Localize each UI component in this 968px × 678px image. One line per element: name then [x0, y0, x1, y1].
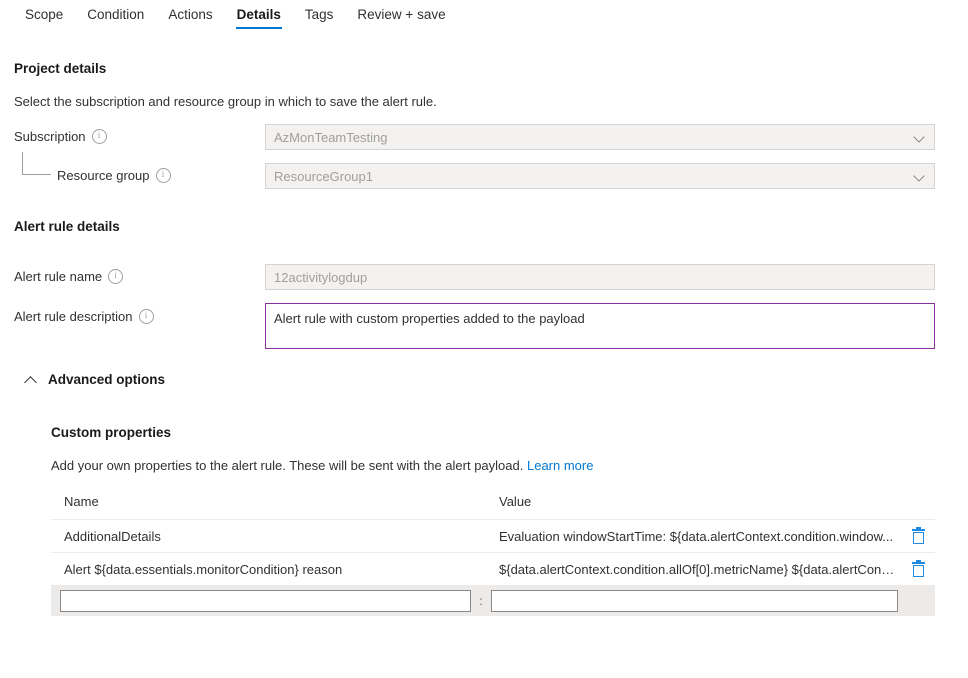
subscription-label-text: Subscription: [14, 129, 86, 144]
project-details-heading: Project details: [14, 61, 106, 76]
resource-group-value: ResourceGroup1: [274, 169, 914, 184]
delete-icon[interactable]: [912, 529, 925, 544]
table-header-row: Name Value: [51, 494, 935, 520]
table-row: Alert ${data.essentials.monitorCondition…: [51, 553, 935, 586]
subscription-dropdown[interactable]: AzMonTeamTesting: [265, 124, 935, 150]
tab-actions[interactable]: Actions: [156, 0, 224, 33]
column-header-actions: [901, 494, 935, 509]
alert-rule-name-label: Alert rule name: [14, 269, 123, 284]
tab-details[interactable]: Details: [225, 0, 293, 33]
new-property-row: :: [51, 586, 935, 616]
subscription-value: AzMonTeamTesting: [274, 130, 914, 145]
tab-active-underline: [236, 27, 282, 29]
row-name: Alert ${data.essentials.monitorCondition…: [51, 562, 497, 577]
tab-tags[interactable]: Tags: [293, 0, 346, 33]
alert-rule-name-value: 12activitylogdup: [274, 270, 367, 285]
new-property-name-input[interactable]: [60, 590, 471, 612]
row-name: AdditionalDetails: [51, 529, 497, 544]
row-value: Evaluation windowStartTime: ${data.alert…: [497, 529, 901, 544]
column-header-value: Value: [497, 494, 901, 509]
custom-properties-heading: Custom properties: [51, 425, 171, 440]
row-delete-cell: [901, 562, 935, 577]
tab-scope[interactable]: Scope: [13, 0, 75, 33]
tab-tags-label: Tags: [305, 7, 334, 22]
advanced-options-label: Advanced options: [48, 372, 165, 387]
delete-icon[interactable]: [912, 562, 925, 577]
alert-rule-description-label: Alert rule description: [14, 309, 154, 324]
resource-group-label: Resource group: [57, 168, 171, 183]
alert-rule-details-heading: Alert rule details: [14, 219, 120, 234]
info-icon[interactable]: [92, 129, 107, 144]
resource-group-label-text: Resource group: [57, 168, 150, 183]
tab-review-save[interactable]: Review + save: [345, 0, 457, 33]
wizard-tab-bar: Scope Condition Actions Details Tags Rev…: [0, 0, 968, 36]
project-details-description: Select the subscription and resource gro…: [14, 94, 437, 109]
table-row: AdditionalDetails Evaluation windowStart…: [51, 520, 935, 553]
chevron-down-icon: [914, 131, 926, 143]
tab-review-save-label: Review + save: [357, 7, 445, 22]
tab-details-label: Details: [237, 7, 281, 22]
row-value: ${data.alertContext.condition.allOf[0].m…: [497, 562, 901, 577]
alert-rule-description-value: Alert rule with custom properties added …: [274, 311, 585, 326]
tab-condition[interactable]: Condition: [75, 0, 156, 33]
alert-rule-description-label-text: Alert rule description: [14, 309, 133, 324]
resource-group-tree-connector: [22, 152, 51, 175]
advanced-options-toggle[interactable]: Advanced options: [24, 372, 165, 387]
alert-rule-name-input[interactable]: 12activitylogdup: [265, 264, 935, 290]
column-header-name: Name: [51, 494, 497, 509]
subscription-label: Subscription: [14, 129, 107, 144]
custom-properties-description: Add your own properties to the alert rul…: [51, 458, 523, 473]
info-icon[interactable]: [108, 269, 123, 284]
resource-group-dropdown[interactable]: ResourceGroup1: [265, 163, 935, 189]
tab-actions-label: Actions: [168, 7, 212, 22]
learn-more-link[interactable]: Learn more: [527, 458, 593, 473]
chevron-up-icon: [24, 373, 38, 387]
chevron-down-icon: [914, 170, 926, 182]
info-icon[interactable]: [156, 168, 171, 183]
new-property-value-input[interactable]: [491, 590, 898, 612]
alert-rule-name-label-text: Alert rule name: [14, 269, 102, 284]
row-delete-cell: [901, 529, 935, 544]
custom-properties-table: Name Value AdditionalDetails Evaluation …: [51, 494, 935, 616]
key-value-separator: :: [471, 594, 491, 608]
info-icon[interactable]: [139, 309, 154, 324]
alert-rule-description-textarea[interactable]: Alert rule with custom properties added …: [265, 303, 935, 349]
tab-condition-label: Condition: [87, 7, 144, 22]
custom-properties-description-row: Add your own properties to the alert rul…: [51, 458, 593, 473]
tab-scope-label: Scope: [25, 7, 63, 22]
